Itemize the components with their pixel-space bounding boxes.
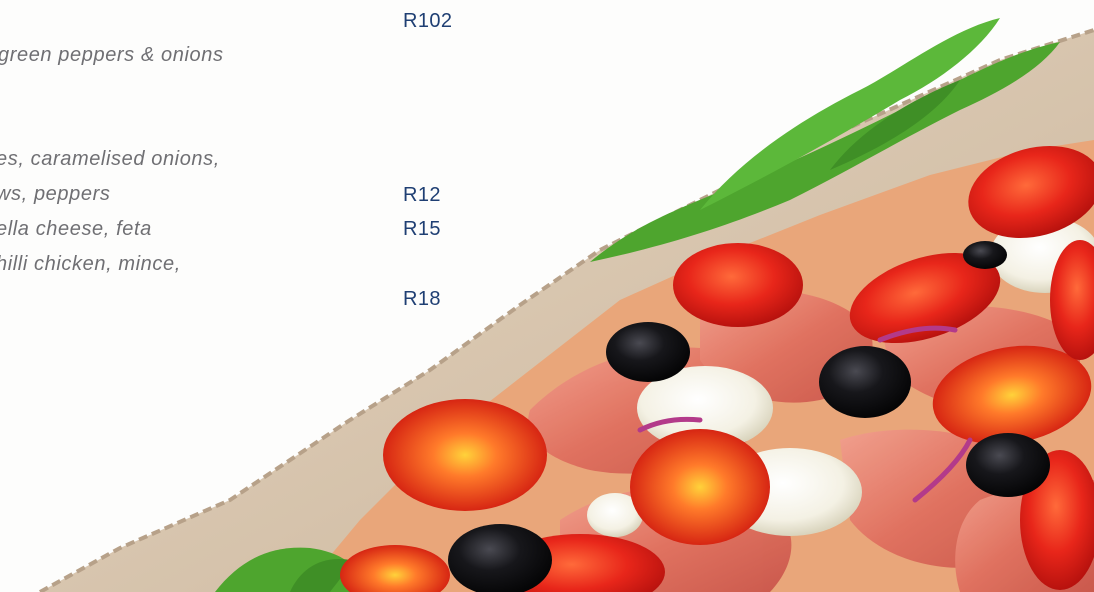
menu-description-line: es, caramelised onions, [0,148,220,170]
menu-description-line: ws, peppers [0,183,111,205]
menu-description-line: ella cheese, feta [0,218,152,240]
menu-description-line: green peppers & onions [0,44,224,66]
pizza-photo [39,18,1094,592]
menu-description-line: hilli chicken, mince, [0,253,181,275]
price-label: R15 [403,218,441,240]
price-label: R102 [403,10,453,32]
price-label: R18 [403,288,441,310]
price-label: R12 [403,184,441,206]
